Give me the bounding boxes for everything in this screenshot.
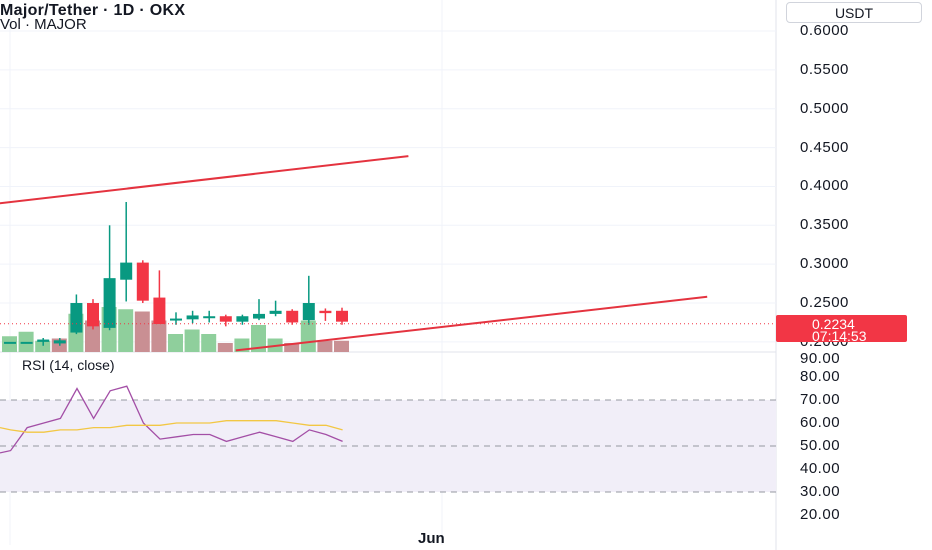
price-tick-0: 0.6000 [800,22,849,39]
volume-bar [334,340,349,352]
candle-body [136,262,149,301]
candle-body [170,318,182,321]
candle-body [253,313,265,319]
rsi-tick-0: 90.00 [800,350,841,367]
candle-body [120,262,133,280]
candle-body [286,310,299,323]
price-tick-7: 0.2500 [800,294,849,312]
price-tick-2: 0.5000 [800,99,849,117]
candle-body [302,303,315,321]
candle-body [103,278,116,328]
price-tick-3: 0.4500 [800,138,849,156]
volume-bar [184,329,200,352]
x-axis-label-jun: Jun [418,530,445,547]
rsi-panel [0,385,776,493]
candle-body [37,339,50,342]
candle-body [70,303,83,333]
volume-bar [168,334,183,352]
rsi-title: RSI (14, close) [22,357,115,373]
candle-body [219,316,232,322]
rsi-tick-6: 30.00 [800,483,841,500]
price-tick-6: 0.3000 [800,255,849,273]
volume-bar [201,334,217,352]
price-tick-4: 0.4000 [800,177,849,195]
volume-bar [317,340,333,352]
candle-body [87,303,99,327]
rsi-tick-2: 70.00 [800,391,841,408]
trendline-0 [0,155,409,205]
volume-bar [134,311,150,352]
rsi-tick-5: 40.00 [800,460,841,477]
candle-body [4,341,16,344]
price-tick-1: 0.5500 [800,60,849,78]
volume-bar [2,336,17,352]
candle-body [236,316,249,322]
candle-body [153,297,166,325]
volume-bar [151,320,167,352]
volume-label: Vol · MAJOR [0,16,87,33]
rsi-tick-4: 50.00 [800,437,841,454]
currency-button[interactable]: USDT [786,2,922,23]
candle-body [20,341,33,344]
candle-body [53,340,66,344]
rsi-tick-3: 60.00 [800,414,841,431]
candle-body [203,316,216,319]
candle-body [186,315,199,320]
candle-body [336,310,348,322]
chart-canvas [0,0,777,550]
volume-bar [18,331,34,352]
candle-body [319,310,332,314]
rsi-tick-1: 80.00 [800,368,841,385]
price-tick-5: 0.3500 [800,216,849,234]
candle-countdown: 07:14:53 [812,328,867,344]
candle-body [269,310,282,314]
rsi-tick-7: 20.00 [800,506,841,523]
current-price-tag: 0.2234 07:14:53 [776,315,907,344]
candles [4,201,348,346]
volume-bar [217,343,233,352]
volume-bar [300,320,316,352]
volume-bar [118,309,134,352]
